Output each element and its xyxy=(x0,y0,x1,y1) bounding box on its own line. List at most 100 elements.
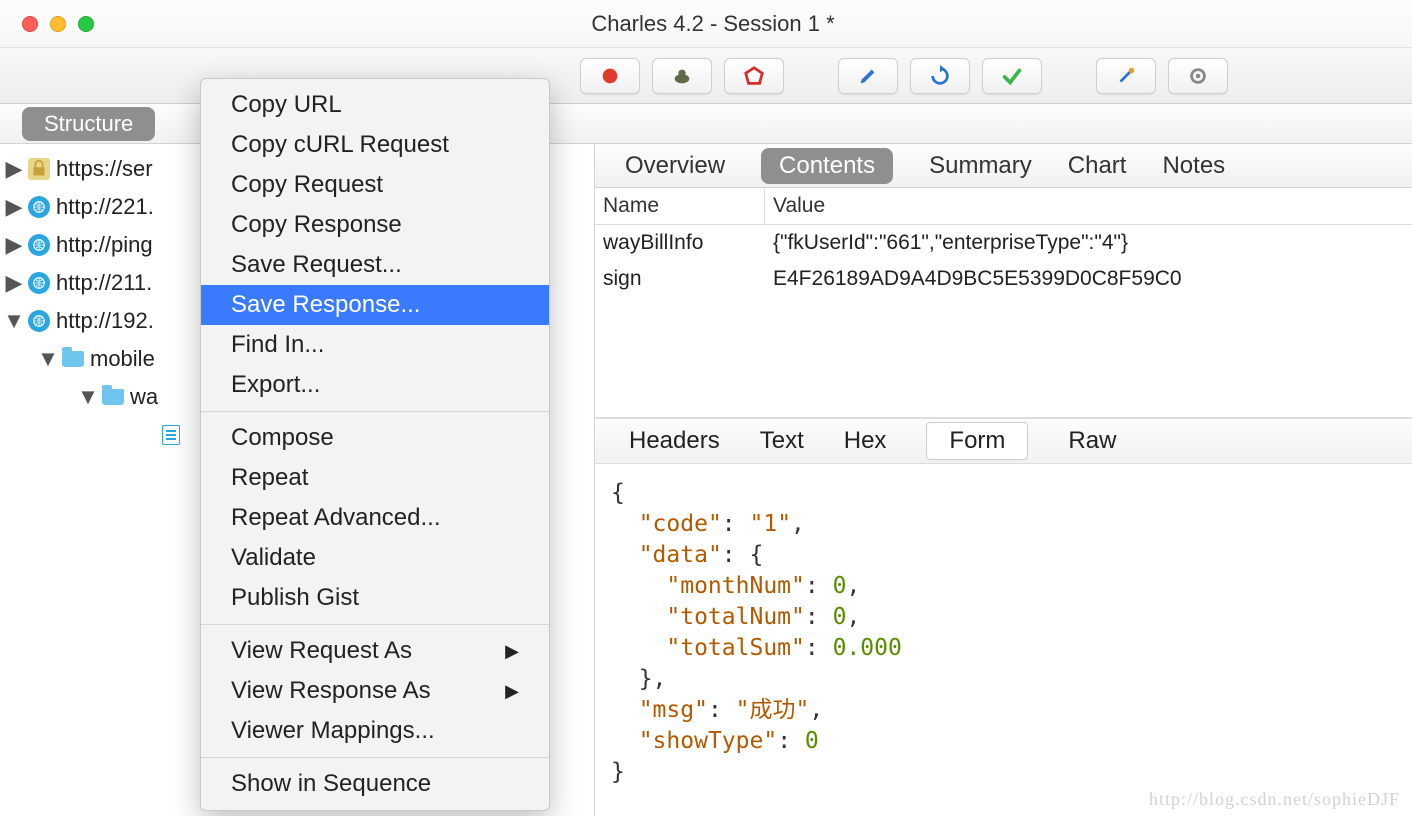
menu-item[interactable]: Publish Gist xyxy=(201,578,549,618)
zoom-window-button[interactable] xyxy=(78,16,94,32)
window-title: Charles 4.2 - Session 1 * xyxy=(94,11,1412,37)
menu-separator xyxy=(201,757,549,758)
tree-label: mobile xyxy=(90,346,155,372)
menu-item[interactable]: View Request As ▶ xyxy=(201,631,549,671)
menu-item-label: Find In... xyxy=(231,331,324,359)
menu-item-label: Repeat xyxy=(231,464,308,492)
subtab-headers[interactable]: Headers xyxy=(629,427,720,455)
tab-summary[interactable]: Summary xyxy=(929,152,1032,180)
menu-item-label: View Request As xyxy=(231,637,412,665)
subtab-raw[interactable]: Raw xyxy=(1068,427,1116,455)
menu-separator xyxy=(201,411,549,412)
main-panel: Overview Contents Summary Chart Notes Name V… xyxy=(595,144,1412,816)
menu-item[interactable]: Copy Request xyxy=(201,165,549,205)
menu-item-label: Compose xyxy=(231,424,334,452)
edit-button[interactable] xyxy=(838,58,898,94)
param-value: E4F26189AD9A4D9BC5E5399D0C8F59C0 xyxy=(765,261,1412,297)
menu-item[interactable]: Show in Sequence xyxy=(201,764,549,804)
menu-item[interactable]: Compose xyxy=(201,418,549,458)
tree-label: http://192. xyxy=(56,308,154,334)
tools-button[interactable] xyxy=(1096,58,1156,94)
menu-item[interactable]: Copy cURL Request xyxy=(201,125,549,165)
window-controls xyxy=(0,16,94,32)
param-name: sign xyxy=(595,261,765,297)
disclosure-triangle[interactable]: ▼ xyxy=(80,384,96,410)
tab-notes[interactable]: Notes xyxy=(1162,152,1225,180)
menu-item-label: Copy Response xyxy=(231,211,402,239)
menu-item-label: View Response As xyxy=(231,677,431,705)
tab-chart[interactable]: Chart xyxy=(1068,152,1127,180)
settings-button[interactable] xyxy=(1168,58,1228,94)
menu-item-label: Save Request... xyxy=(231,251,402,279)
menu-item-label: Show in Sequence xyxy=(231,770,431,798)
disclosure-triangle[interactable]: ▶ xyxy=(6,194,22,220)
file-icon xyxy=(162,425,180,445)
folder-icon xyxy=(62,351,84,367)
folder-icon xyxy=(102,389,124,405)
tree-label: http://221. xyxy=(56,194,154,220)
col-name-header: Name xyxy=(595,188,765,224)
disclosure-triangle[interactable]: ▶ xyxy=(6,270,22,296)
tree-label: http://211. xyxy=(56,270,152,296)
disclosure-triangle[interactable]: ▶ xyxy=(6,156,22,182)
tab-overview[interactable]: Overview xyxy=(625,152,725,180)
throttle-button[interactable] xyxy=(652,58,712,94)
menu-item-label: Copy cURL Request xyxy=(231,131,449,159)
context-menu[interactable]: Copy URL Copy cURL Request Copy Request Cop… xyxy=(200,78,550,811)
submenu-arrow-icon: ▶ xyxy=(505,641,519,662)
subtab-hex[interactable]: Hex xyxy=(844,427,887,455)
menu-item-label: Save Response... xyxy=(231,291,420,319)
menu-item[interactable]: Repeat xyxy=(201,458,549,498)
repeat-button[interactable] xyxy=(910,58,970,94)
menu-item[interactable]: Viewer Mappings... xyxy=(201,711,549,751)
globe-icon xyxy=(28,310,50,332)
menu-item[interactable]: Find In... xyxy=(201,325,549,365)
subtab-text[interactable]: Text xyxy=(760,427,804,455)
menu-item-label: Repeat Advanced... xyxy=(231,504,440,532)
tab-structure[interactable]: Structure xyxy=(22,107,155,141)
col-value-header: Value xyxy=(765,188,1412,224)
param-value: {"fkUserId":"661","enterpriseType":"4"} xyxy=(765,225,1412,261)
main-tabs: Overview Contents Summary Chart Notes xyxy=(595,144,1412,188)
table-row[interactable]: wayBillInfo{"fkUserId":"661","enterprise… xyxy=(595,225,1412,261)
menu-item-label: Publish Gist xyxy=(231,584,359,612)
menu-separator xyxy=(201,624,549,625)
menu-item[interactable]: Copy URL xyxy=(201,85,549,125)
response-view-tabs: Headers Text Hex Form Raw xyxy=(595,418,1412,464)
tree-label: https://ser xyxy=(56,156,153,182)
menu-item[interactable]: Validate xyxy=(201,538,549,578)
menu-item-label: Viewer Mappings... xyxy=(231,717,435,745)
table-row[interactable]: signE4F26189AD9A4D9BC5E5399D0C8F59C0 xyxy=(595,261,1412,297)
request-params-table: Name Value wayBillInfo{"fkUserId":"661",… xyxy=(595,188,1412,418)
globe-icon xyxy=(28,196,50,218)
globe-icon xyxy=(28,272,50,294)
globe-icon xyxy=(28,234,50,256)
validate-button[interactable] xyxy=(982,58,1042,94)
close-window-button[interactable] xyxy=(22,16,38,32)
menu-item[interactable]: Export... xyxy=(201,365,549,405)
menu-item-label: Copy Request xyxy=(231,171,383,199)
disclosure-triangle[interactable]: ▼ xyxy=(6,308,22,334)
menu-item[interactable]: Save Request... xyxy=(201,245,549,285)
menu-item[interactable]: Copy Response xyxy=(201,205,549,245)
tree-label: http://ping xyxy=(56,232,153,258)
title-bar: Charles 4.2 - Session 1 * xyxy=(0,0,1412,48)
menu-item-label: Copy URL xyxy=(231,91,342,119)
menu-item[interactable]: Save Response... xyxy=(201,285,549,325)
menu-item[interactable]: View Response As ▶ xyxy=(201,671,549,711)
breakpoints-button[interactable] xyxy=(724,58,784,94)
minimize-window-button[interactable] xyxy=(50,16,66,32)
submenu-arrow-icon: ▶ xyxy=(505,681,519,702)
menu-item-label: Export... xyxy=(231,371,320,399)
record-button[interactable] xyxy=(580,58,640,94)
disclosure-triangle[interactable]: ▼ xyxy=(40,346,56,372)
watermark-text: http://blog.csdn.net/sophieDJF xyxy=(1149,789,1400,810)
menu-item[interactable]: Repeat Advanced... xyxy=(201,498,549,538)
response-json-view: { "code": "1", "data": { "monthNum": 0, … xyxy=(595,464,1412,802)
disclosure-triangle[interactable]: ▶ xyxy=(6,232,22,258)
tab-contents[interactable]: Contents xyxy=(761,148,893,184)
subtab-form[interactable]: Form xyxy=(926,422,1028,460)
param-name: wayBillInfo xyxy=(595,225,765,261)
tree-label: wa xyxy=(130,384,158,410)
lock-icon xyxy=(28,158,50,180)
